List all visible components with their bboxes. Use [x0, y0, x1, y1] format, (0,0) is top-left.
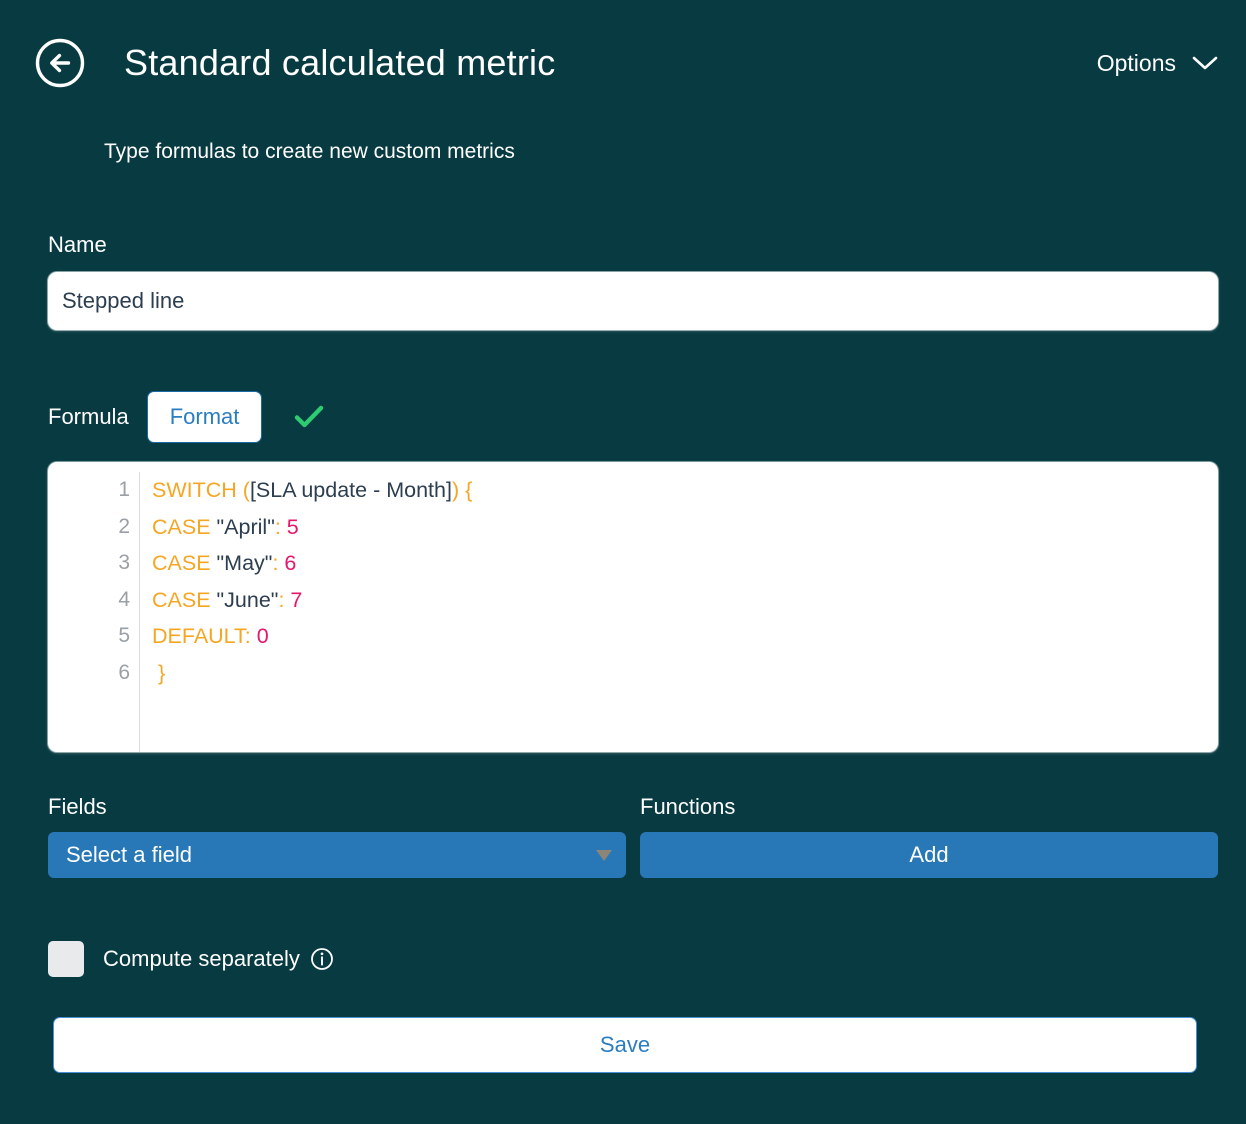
info-circle-icon[interactable] — [310, 947, 334, 971]
editor-code-line: DEFAULT: 0 — [152, 618, 1218, 655]
editor-line-number: 6 — [48, 655, 130, 692]
editor-line-number: 2 — [48, 509, 130, 546]
code-token-kw: CASE — [152, 551, 211, 575]
code-token-num: 0 — [257, 624, 269, 648]
code-token-num: 7 — [290, 588, 302, 612]
compute-separately-label: Compute separately — [103, 946, 300, 972]
code-token-kw: CASE — [152, 588, 211, 612]
code-token-punct: ( — [243, 478, 250, 502]
name-input[interactable] — [48, 272, 1218, 330]
save-button[interactable]: Save — [53, 1017, 1197, 1073]
code-token-str: "June" — [217, 588, 279, 612]
compute-separately-checkbox[interactable] — [48, 941, 84, 977]
page-title: Standard calculated metric — [124, 42, 555, 84]
functions-column: Functions Add — [640, 794, 1218, 878]
page-subtitle: Type formulas to create new custom metri… — [104, 140, 515, 164]
select-field-dropdown[interactable]: Select a field — [48, 832, 626, 878]
code-token-field: [SLA update - Month] — [250, 478, 452, 502]
editor-code-line: SWITCH ([SLA update - Month]) { — [152, 472, 1218, 509]
formula-label: Formula — [48, 404, 129, 430]
code-token-str: "May" — [217, 551, 273, 575]
code-token-str: "April" — [217, 515, 275, 539]
editor-line-number: 3 — [48, 545, 130, 582]
formula-code-editor[interactable]: 123456 SWITCH ([SLA update - Month]) {CA… — [48, 462, 1218, 752]
code-token-num: 6 — [284, 551, 296, 575]
options-menu-button[interactable]: Options — [1097, 50, 1222, 77]
code-token-num: 5 — [287, 515, 299, 539]
arrow-left-circle-icon — [34, 37, 86, 89]
code-token-punct: } — [152, 661, 165, 685]
editor-code-line: } — [152, 655, 1218, 692]
editor-code-line: CASE "May": 6 — [152, 545, 1218, 582]
editor-line-number-gutter: 123456 — [48, 472, 140, 752]
app-header: Standard calculated metric Options — [0, 0, 1246, 126]
format-button[interactable]: Format — [147, 391, 263, 443]
formula-toolbar: Formula Format — [48, 386, 1218, 448]
fields-functions-row: Fields Select a field Functions Add — [48, 794, 1218, 878]
code-token-kw: SWITCH — [152, 478, 237, 502]
name-field-label: Name — [48, 232, 1218, 258]
triangle-down-icon — [596, 850, 612, 861]
fields-column: Fields Select a field — [48, 794, 626, 878]
editor-line-number: 4 — [48, 582, 130, 619]
functions-label: Functions — [640, 794, 1218, 820]
editor-line-number: 1 — [48, 472, 130, 509]
options-label: Options — [1097, 50, 1176, 77]
editor-code-area[interactable]: SWITCH ([SLA update - Month]) {CASE "Apr… — [140, 472, 1218, 752]
code-token-kw: CASE — [152, 515, 211, 539]
add-function-button[interactable]: Add — [640, 832, 1218, 878]
code-token-punct: { — [465, 478, 472, 502]
checkmark-icon — [294, 404, 324, 430]
chevron-down-icon — [1192, 50, 1218, 77]
editor-line-number: 5 — [48, 618, 130, 655]
back-button[interactable] — [34, 37, 86, 89]
select-field-value: Select a field — [66, 842, 192, 868]
editor-code-line: CASE "April": 5 — [152, 509, 1218, 546]
editor-code-line: CASE "June": 7 — [152, 582, 1218, 619]
fields-label: Fields — [48, 794, 626, 820]
code-token-kw: DEFAULT — [152, 624, 245, 648]
compute-separately-row: Compute separately — [48, 940, 1218, 978]
form-content: Name Formula Format 123456 SWITCH ([SLA … — [48, 232, 1218, 1073]
